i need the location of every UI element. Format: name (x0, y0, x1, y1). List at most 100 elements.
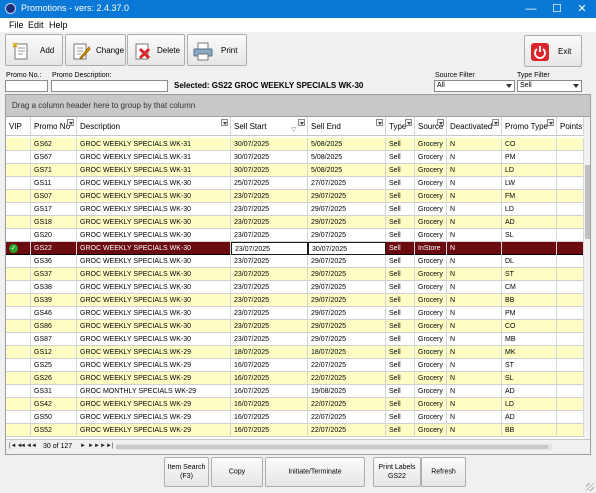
cell-deactivated[interactable]: N (447, 242, 502, 255)
cell-promo-no[interactable]: GS87 (31, 333, 77, 346)
cell-points-item[interactable] (557, 242, 584, 255)
add-button[interactable]: Add (5, 34, 63, 66)
type-filter-select[interactable]: Sell (517, 80, 582, 92)
cell-sell-end[interactable]: 30/07/2025 (308, 242, 386, 255)
menu-file[interactable]: File (9, 20, 24, 30)
cell-promo-no[interactable]: GS12 (31, 346, 77, 359)
cell-type[interactable]: Sell (386, 138, 415, 151)
cell-promo-no[interactable]: GS20 (31, 229, 77, 242)
cell-sell-start[interactable]: 23/07/2025 (231, 216, 308, 229)
nav-next-button[interactable]: ► (80, 443, 86, 449)
promo-desc-input[interactable] (51, 80, 168, 92)
cell-sell-start[interactable]: 23/07/2025 (231, 307, 308, 320)
cell-promo-type[interactable]: AD (502, 385, 557, 398)
cell-vip[interactable] (6, 177, 31, 190)
cell-type[interactable]: Sell (386, 242, 415, 255)
cell-sell-start[interactable]: 25/07/2025 (231, 177, 308, 190)
cell-sell-start[interactable]: 23/07/2025 (231, 281, 308, 294)
cell-sell-start[interactable]: 16/07/2025 (231, 385, 308, 398)
cell-promo-no[interactable]: GS18 (31, 216, 77, 229)
cell-promo-no[interactable]: GS71 (31, 164, 77, 177)
cell-type[interactable]: Sell (386, 216, 415, 229)
cell-points-item[interactable] (557, 151, 584, 164)
cell-vip[interactable] (6, 307, 31, 320)
cell-description[interactable]: GROC WEEKLY SPECIALS WK-29 (77, 359, 231, 372)
menu-edit[interactable]: Edit (28, 20, 44, 30)
cell-sell-end[interactable]: 22/07/2025 (308, 372, 386, 385)
cell-deactivated[interactable]: N (447, 385, 502, 398)
cell-points-item[interactable] (557, 190, 584, 203)
cell-sell-end[interactable]: 22/07/2025 (308, 411, 386, 424)
cell-promo-no[interactable]: GS46 (31, 307, 77, 320)
cell-promo-type[interactable]: PM (502, 151, 557, 164)
cell-source[interactable]: Grocery (415, 411, 447, 424)
cell-promo-type[interactable]: AD (502, 411, 557, 424)
cell-description[interactable]: GROC WEEKLY SPECIALS WK-30 (77, 216, 231, 229)
cell-promo-no[interactable]: GS42 (31, 398, 77, 411)
cell-points-item[interactable] (557, 307, 584, 320)
cell-points-item[interactable] (557, 424, 584, 437)
cell-type[interactable]: Sell (386, 281, 415, 294)
scroll-thumb[interactable] (116, 445, 548, 449)
cell-sell-end[interactable]: 22/07/2025 (308, 424, 386, 437)
cell-type[interactable]: Sell (386, 190, 415, 203)
table-row[interactable]: GS12 GROC WEEKLY SPECIALS WK-29 18/07/2025… (6, 346, 584, 359)
horizontal-scrollbar[interactable] (116, 444, 552, 450)
cell-points-item[interactable] (557, 255, 584, 268)
table-row[interactable]: GS36 GROC WEEKLY SPECIALS WK-30 23/07/2025… (6, 255, 584, 268)
cell-deactivated[interactable]: N (447, 177, 502, 190)
copy-button[interactable]: Copy (211, 457, 263, 487)
cell-type[interactable]: Sell (386, 320, 415, 333)
item-search-button[interactable]: Item Search (F3) (164, 457, 209, 487)
table-row[interactable]: GS67 GROC WEEKLY SPECIALS WK-31 30/07/2025… (6, 151, 584, 164)
cell-points-item[interactable] (557, 398, 584, 411)
resize-grip[interactable] (586, 483, 594, 491)
cell-sell-start[interactable]: 23/07/2025 (231, 203, 308, 216)
cell-description[interactable]: GROC WEEKLY SPECIALS WK-31 (77, 164, 231, 177)
table-row[interactable]: GS71 GROC WEEKLY SPECIALS WK-31 30/07/2025… (6, 164, 584, 177)
cell-sell-end[interactable]: 29/07/2025 (308, 320, 386, 333)
column-header-description[interactable]: Description (77, 117, 231, 136)
cell-deactivated[interactable]: N (447, 151, 502, 164)
cell-source[interactable]: Grocery (415, 177, 447, 190)
cell-sell-start[interactable]: 23/07/2025 (231, 255, 308, 268)
cell-sell-start[interactable]: 30/07/2025 (231, 151, 308, 164)
cell-promo-type[interactable]: BB (502, 294, 557, 307)
table-row[interactable]: GS11 GROC WEEKLY SPECIALS WK-30 25/07/2025… (6, 177, 584, 190)
cell-type[interactable]: Sell (386, 385, 415, 398)
cell-description[interactable]: GROC WEEKLY SPECIALS WK-31 (77, 138, 231, 151)
delete-button[interactable]: Delete (127, 34, 185, 66)
cell-deactivated[interactable]: N (447, 346, 502, 359)
close-button[interactable]: ✕ (572, 1, 592, 17)
cell-source[interactable]: Grocery (415, 229, 447, 242)
cell-points-item[interactable] (557, 359, 584, 372)
cell-sell-end[interactable]: 18/07/2025 (308, 346, 386, 359)
column-header-type[interactable]: Type (386, 117, 415, 136)
filter-icon[interactable] (437, 119, 444, 126)
cell-promo-type[interactable]: AD (502, 216, 557, 229)
cell-sell-start[interactable]: 23/07/2025 (231, 333, 308, 346)
cell-sell-end[interactable]: 29/07/2025 (308, 294, 386, 307)
cell-vip[interactable] (6, 320, 31, 333)
cell-type[interactable]: Sell (386, 164, 415, 177)
cell-promo-type[interactable]: LD (502, 398, 557, 411)
cell-promo-no[interactable]: GS67 (31, 151, 77, 164)
menu-help[interactable]: Help (49, 20, 68, 30)
cell-promo-type[interactable]: PM (502, 307, 557, 320)
cell-deactivated[interactable]: N (447, 411, 502, 424)
column-header-points-item[interactable]: Points Itm (557, 117, 590, 136)
cell-source[interactable]: Grocery (415, 281, 447, 294)
cell-vip[interactable]: ✓ (6, 242, 31, 255)
cell-description[interactable]: GROC WEEKLY SPECIALS WK-30 (77, 177, 231, 190)
cell-description[interactable]: GROC MONTHLY SPECIALS WK-29 (77, 385, 231, 398)
cell-vip[interactable] (6, 411, 31, 424)
cell-promo-type[interactable]: CM (502, 281, 557, 294)
cell-sell-end[interactable]: 29/07/2025 (308, 216, 386, 229)
cell-promo-no[interactable]: GS50 (31, 411, 77, 424)
cell-points-item[interactable] (557, 177, 584, 190)
cell-type[interactable]: Sell (386, 346, 415, 359)
cell-description[interactable]: GROC WEEKLY SPECIALS WK-29 (77, 411, 231, 424)
cell-deactivated[interactable]: N (447, 138, 502, 151)
cell-sell-end[interactable]: 29/07/2025 (308, 229, 386, 242)
cell-description[interactable]: GROC WEEKLY SPECIALS WK-29 (77, 346, 231, 359)
